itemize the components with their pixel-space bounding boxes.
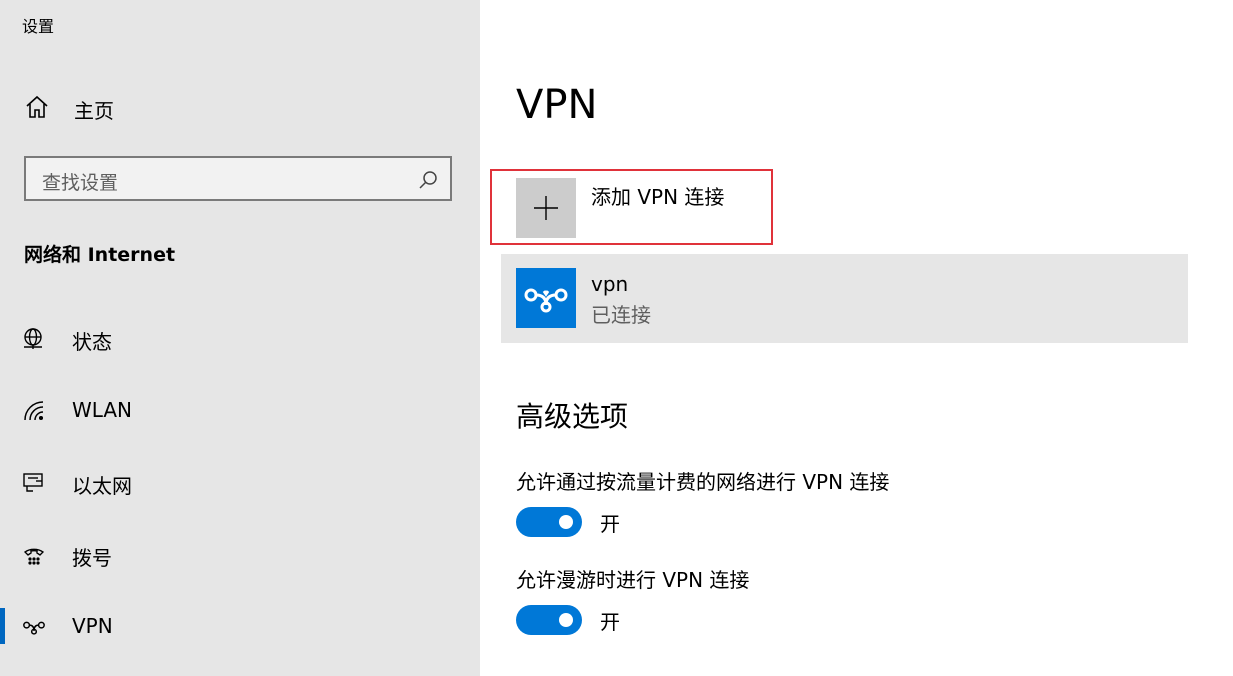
plus-icon bbox=[516, 178, 576, 238]
page-title: VPN bbox=[516, 82, 598, 128]
sidebar-item-label: VPN bbox=[72, 614, 113, 638]
sidebar-item-wlan[interactable]: WLAN bbox=[0, 390, 480, 430]
search-icon[interactable] bbox=[418, 170, 438, 194]
advanced-options-title: 高级选项 bbox=[516, 400, 629, 433]
active-indicator bbox=[0, 608, 5, 644]
toggle-knob bbox=[559, 515, 573, 529]
search-input[interactable]: 查找设置 bbox=[24, 156, 452, 201]
app-title: 设置 bbox=[22, 17, 55, 36]
roaming-toggle[interactable] bbox=[516, 605, 582, 635]
home-label: 主页 bbox=[74, 98, 114, 123]
main-content: VPN 添加 VPN 连接 vpn 已连接 高级选项 允许通过按流量计费的网络进… bbox=[480, 0, 1233, 676]
search-placeholder: 查找设置 bbox=[42, 172, 119, 194]
connection-status: 已连接 bbox=[591, 303, 651, 327]
roaming-toggle-state: 开 bbox=[600, 609, 620, 634]
sidebar-item-vpn[interactable]: VPN bbox=[0, 606, 480, 646]
add-vpn-connection-button[interactable]: 添加 VPN 连接 bbox=[490, 169, 773, 245]
wifi-icon bbox=[22, 399, 46, 423]
metered-toggle[interactable] bbox=[516, 507, 582, 537]
section-title: 网络和 Internet bbox=[24, 244, 176, 266]
sidebar: 设置 主页 查找设置 网络和 Internet 状态 WLAN 以太网 拨号 V… bbox=[0, 0, 480, 676]
metered-option-label: 允许通过按流量计费的网络进行 VPN 连接 bbox=[516, 470, 890, 494]
roaming-option-row: 开 bbox=[516, 604, 620, 636]
sidebar-item-label: 状态 bbox=[72, 330, 112, 354]
metered-toggle-state: 开 bbox=[600, 511, 620, 536]
vpn-icon bbox=[22, 615, 46, 639]
sidebar-item-ethernet[interactable]: 以太网 bbox=[0, 462, 480, 502]
sidebar-item-label: 拨号 bbox=[72, 546, 112, 570]
connection-name: vpn bbox=[591, 272, 629, 296]
sidebar-item-label: WLAN bbox=[72, 398, 133, 422]
roaming-option-label: 允许漫游时进行 VPN 连接 bbox=[516, 568, 750, 592]
toggle-knob bbox=[559, 613, 573, 627]
sidebar-item-status[interactable]: 状态 bbox=[0, 318, 480, 358]
metered-option-row: 开 bbox=[516, 506, 620, 538]
globe-status-icon bbox=[22, 327, 46, 351]
vpn-connection-icon bbox=[516, 268, 576, 328]
add-vpn-label: 添加 VPN 连接 bbox=[591, 185, 725, 209]
dialup-icon bbox=[22, 543, 46, 567]
home-nav-item[interactable]: 主页 bbox=[24, 94, 114, 124]
sidebar-item-dialup[interactable]: 拨号 bbox=[0, 534, 480, 574]
vpn-connection-item[interactable]: vpn 已连接 bbox=[501, 254, 1188, 343]
sidebar-item-label: 以太网 bbox=[72, 474, 132, 498]
ethernet-icon bbox=[22, 471, 46, 495]
home-icon bbox=[24, 94, 50, 124]
